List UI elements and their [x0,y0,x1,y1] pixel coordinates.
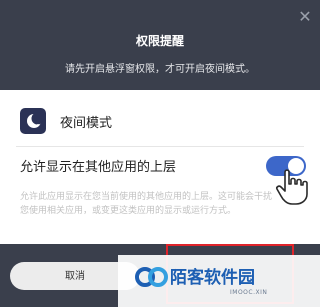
moon-icon [20,108,46,134]
watermark-domain: IMOOC.XIN [230,289,268,296]
divider [16,146,304,147]
watermark: 陌客软件园 IMOOC.XIN [118,255,320,307]
pointing-hand-icon [276,169,308,205]
watermark-logo-icon [135,267,168,287]
close-icon: ✕ [298,7,312,26]
watermark-name: 陌客软件园 [170,268,255,288]
app-name: 夜间模式 [60,116,113,131]
permission-card: 夜间模式 允许显示在其他应用的上层 允许此应用显示在您当前使用的其他应用的上层。… [0,90,320,244]
dialog-message: 请先开启悬浮窗权限，才可开启夜间模式。 [65,64,255,75]
dialog-title: 权限提醒 [135,34,184,48]
close-button[interactable]: ✕ [296,8,314,26]
permission-description: 允许此应用显示在您当前使用的其他应用的上层。这可能会干扰您使用相关应用，或变更这… [20,192,273,216]
permission-label: 允许显示在其他应用的上层 [20,160,177,175]
